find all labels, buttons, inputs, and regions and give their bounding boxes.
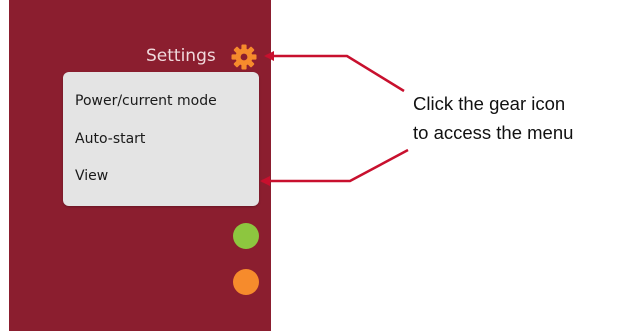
status-indicator-green xyxy=(233,223,259,249)
gear-icon[interactable] xyxy=(231,44,257,70)
callout-text-line2: to access the menu xyxy=(413,122,574,143)
menu-item-power-current-mode[interactable]: Power/current mode xyxy=(75,93,217,109)
menu-item-auto-start[interactable]: Auto-start xyxy=(75,131,145,147)
arrow-to-gear xyxy=(264,51,405,93)
menu-item-view[interactable]: View xyxy=(75,168,108,184)
screenshot-stage: Settings Power/current mode Auto-start V… xyxy=(0,0,619,331)
settings-label: Settings xyxy=(146,46,216,66)
callout-text-line1: Click the gear icon xyxy=(413,93,566,114)
status-indicator-orange xyxy=(233,269,259,295)
arrow-to-menu xyxy=(260,148,409,186)
menu-items-container: Power/current mode Auto-start View xyxy=(63,72,259,206)
